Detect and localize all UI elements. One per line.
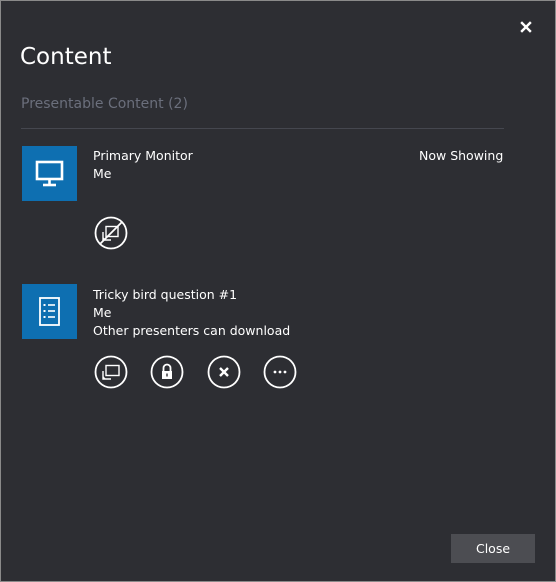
lock-icon[interactable] <box>150 355 184 389</box>
section-title: Presentable Content (2) <box>21 96 188 112</box>
item-owner: Me <box>93 305 112 320</box>
divider <box>21 128 504 129</box>
item-permission: Other presenters can download <box>93 323 291 338</box>
item-name: Tricky bird question #1 <box>93 287 238 302</box>
document-list-icon[interactable] <box>22 284 77 339</box>
close-x-icon[interactable] <box>516 17 536 37</box>
remove-icon[interactable] <box>207 355 241 389</box>
item-name: Primary Monitor <box>93 148 193 163</box>
monitor-icon[interactable] <box>22 146 77 201</box>
content-dialog: Content Presentable Content (2) Primary … <box>0 0 556 582</box>
dialog-title: Content <box>20 44 112 70</box>
item-owner: Me <box>93 166 112 181</box>
more-icon[interactable] <box>263 355 297 389</box>
stop-presenting-icon[interactable] <box>94 216 128 250</box>
now-showing-status: Now Showing <box>419 148 504 163</box>
close-button[interactable]: Close <box>451 534 535 563</box>
present-icon[interactable] <box>94 355 128 389</box>
